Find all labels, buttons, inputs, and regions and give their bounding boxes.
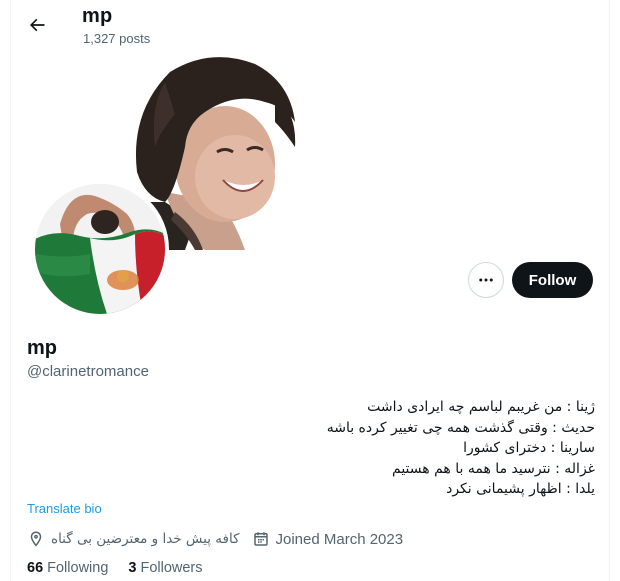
following-count: 66	[27, 560, 44, 576]
following-label: Following	[47, 560, 109, 576]
bio-line: غزاله : نترسید ما همه با هم هستیم	[392, 460, 595, 477]
bio-line: حدیث : وقتی گذشت همه چی تغییر کرده باشه	[326, 419, 595, 436]
followers-count: 3	[128, 560, 137, 576]
join-date-text: Joined March 2023	[275, 530, 404, 548]
bio-line: سارینا : دخترای کشورا	[463, 440, 595, 456]
back-button[interactable]	[24, 12, 50, 38]
location: کافه پیش خدا و معترضین بی گناه	[27, 530, 240, 548]
bio-line: یلدا : اظهار پشیمانی نکرد	[446, 481, 595, 497]
following-link[interactable]: 66 Following	[27, 560, 108, 576]
location-pin-icon	[30, 531, 42, 547]
profile-meta: کافه پیش خدا و معترضین بی گناه Joined Ma…	[27, 528, 403, 550]
arrow-left-icon	[30, 18, 45, 32]
join-date: Joined March 2023	[252, 530, 404, 548]
calendar-icon	[253, 532, 268, 546]
profile-avatar[interactable]	[31, 180, 169, 318]
translate-bio-link[interactable]: Translate bio	[27, 501, 102, 516]
header-post-count: 1,327 posts	[83, 31, 151, 46]
more-horizontal-icon	[479, 278, 493, 282]
location-text: کافه پیش خدا و معترضین بی گناه	[51, 531, 240, 547]
profile-name: mp	[27, 337, 57, 359]
follow-button[interactable]: Follow	[512, 262, 593, 298]
column-border-right	[609, 0, 610, 581]
profile-bio: ژینا : من غریبم لباسم چه ایرادی داشت حدی…	[290, 397, 595, 500]
header-name: mp	[82, 5, 113, 27]
followers-label: Followers	[140, 560, 203, 576]
bio-line: ژینا : من غریبم لباسم چه ایرادی داشت	[367, 399, 595, 415]
follow-stats: 66 Following 3 Followers	[27, 560, 203, 576]
more-options-button[interactable]	[468, 262, 504, 298]
column-border-left	[10, 0, 11, 581]
followers-link[interactable]: 3 Followers	[128, 560, 202, 576]
profile-handle: @clarinetromance	[27, 363, 149, 380]
